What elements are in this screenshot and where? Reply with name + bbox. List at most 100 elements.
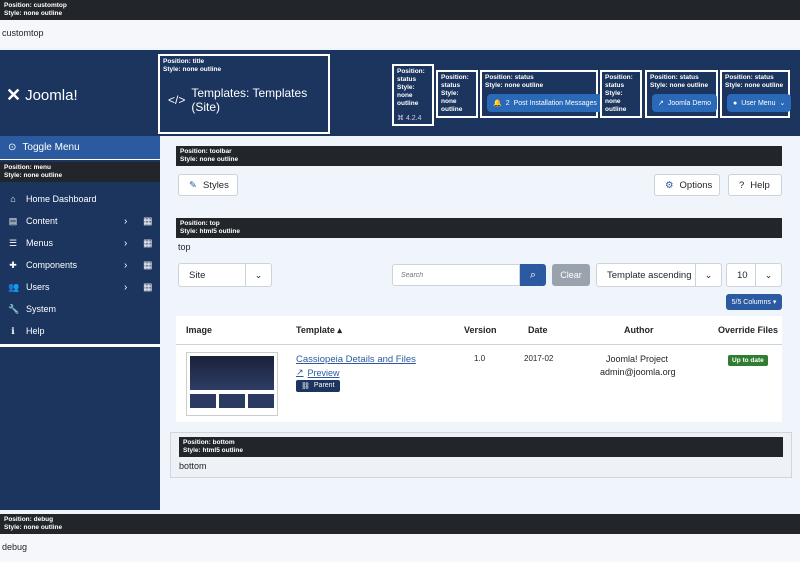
sidebar-item-label: Home Dashboard: [26, 194, 97, 204]
position-name: Position: debug: [4, 516, 54, 523]
customtop-text: customtop: [0, 20, 800, 48]
position-style: Style: none outline: [4, 524, 63, 531]
joomla-logo[interactable]: ✕ Joomla!: [6, 85, 78, 106]
sidebar-item-home-dashboard[interactable]: ⌂ Home Dashboard: [0, 188, 160, 210]
file-icon: ▤: [8, 215, 18, 226]
position-label: Position: title Style: none outline: [160, 56, 328, 76]
chevron-right-icon: ›: [124, 215, 128, 227]
client-select[interactable]: Site ⌄: [178, 263, 272, 287]
divider: [0, 344, 160, 347]
search-icon: ⌕: [529, 268, 537, 281]
button-label: Styles: [202, 179, 229, 191]
info-icon: ℹ: [11, 325, 15, 336]
dashboard-grid-icon[interactable]: ▦: [143, 282, 152, 293]
sidebar-item-users[interactable]: 👥 Users › ▦: [0, 276, 160, 298]
sidebar-item-menus[interactable]: ☰ Menus › ▦: [0, 232, 160, 254]
chevron-right-icon: ›: [124, 281, 128, 293]
dashboard-grid-icon[interactable]: ▦: [143, 260, 152, 271]
list-icon: ☰: [8, 237, 18, 248]
user-menu-button[interactable]: ● User Menu ⌄: [727, 94, 792, 112]
search-input[interactable]: [392, 264, 520, 286]
title-module: Position: title Style: none outline </> …: [158, 54, 330, 134]
page-title: </> Templates: Templates (Site): [168, 86, 328, 114]
top-text: top: [176, 238, 782, 256]
home-icon: ⌂: [10, 194, 16, 204]
toggle-menu-button[interactable]: ⊙ Toggle Menu: [0, 136, 160, 160]
toolbar-module: Position: toolbar Style: none outline: [176, 146, 782, 166]
position-name: Position: title: [163, 58, 205, 65]
position-name: Position: customtop: [4, 2, 67, 9]
sidebar-item-help[interactable]: ℹ Help: [0, 320, 160, 342]
templates-table: Image Template ▴ Version Date Author Ove…: [176, 316, 782, 422]
sidebar-item-components[interactable]: ✚ Components › ▦: [0, 254, 160, 276]
chevron-down-icon: ⌄: [245, 264, 271, 286]
template-author: Joomla! Project: [606, 354, 669, 364]
position-style: Style: html5 outline: [183, 447, 243, 454]
position-line: Position:: [397, 68, 425, 75]
position-label: Position: status Style: none outline: [647, 72, 716, 92]
external-link-icon: ↗: [658, 100, 664, 107]
status-module: Position: status Style: none outline: [600, 70, 642, 118]
select-value: Template ascending: [607, 269, 692, 281]
sidebar: ⊙ Toggle Menu Position: menu Style: none…: [0, 136, 160, 510]
column-header-template[interactable]: Template ▴: [296, 325, 342, 336]
sidebar-item-label: Help: [26, 326, 45, 336]
sidebar-item-label: System: [26, 304, 57, 314]
column-header-override: Override Files: [718, 325, 779, 335]
position-label: Position: debug Style: none outline: [0, 514, 800, 534]
clear-button[interactable]: Clear: [552, 264, 590, 286]
position-label: Position: toolbar Style: none outline: [176, 146, 782, 166]
chevron-down-icon: ⌄: [755, 264, 781, 286]
position-name: Position: toolbar: [180, 148, 232, 155]
bottom-module: Position: bottom Style: html5 outline bo…: [170, 432, 792, 478]
styles-button[interactable]: ✎ Styles: [178, 174, 238, 196]
post-installation-messages-button[interactable]: 🔔 2 Post Installation Messages: [487, 94, 603, 112]
position-line: status: [605, 82, 625, 89]
template-name-link[interactable]: Cassiopeia Details and Files: [296, 354, 416, 365]
users-icon: 👥: [8, 281, 20, 292]
sidebar-item-system[interactable]: 🔧 System: [0, 298, 160, 320]
chevron-right-icon: ›: [124, 237, 128, 249]
debug-module: Position: debug Style: none outline debu…: [0, 514, 800, 562]
code-icon: </>: [168, 93, 186, 107]
dashboard-grid-icon[interactable]: ▦: [143, 216, 152, 227]
status-module-site: Position: status Style: none outline ↗ J…: [645, 70, 718, 118]
position-name: Position: status: [485, 74, 534, 81]
position-style: Style: none outline: [725, 82, 784, 89]
chevron-down-icon: ⌄: [779, 100, 786, 107]
template-preview-link[interactable]: ↗ Preview: [296, 367, 340, 378]
position-label: Position: status Style: none outline: [438, 72, 476, 116]
template-thumbnail[interactable]: [186, 352, 278, 416]
top-module: Position: top Style: html5 outline top: [176, 218, 782, 256]
sidebar-item-label: Content: [26, 216, 58, 226]
options-button[interactable]: ⚙ Options: [654, 174, 720, 196]
position-line: status: [397, 76, 417, 83]
column-header-date: Date: [528, 325, 548, 335]
position-line: Style:: [605, 90, 623, 97]
position-line: outline: [397, 100, 419, 107]
button-label: Post Installation Messages: [513, 99, 597, 107]
position-line: Style:: [441, 90, 459, 97]
user-icon: ●: [733, 99, 738, 107]
button-label: User Menu: [741, 99, 776, 107]
limit-select[interactable]: 10 ⌄: [726, 263, 782, 287]
position-line: outline: [441, 106, 463, 113]
sidebar-item-content[interactable]: ▤ Content › ▦: [0, 210, 160, 232]
header: ✕ Joomla! Position: title Style: none ou…: [0, 50, 800, 136]
position-line: Position:: [441, 74, 469, 81]
help-button[interactable]: ? Help: [728, 174, 782, 196]
columns-toggle-button[interactable]: 5/5 Columns ▾: [726, 294, 782, 310]
page-title-text: Templates: Templates (Site): [191, 86, 308, 114]
status-module: Position: status Style: none outline: [436, 70, 478, 118]
view-site-button[interactable]: ↗ Joomla Demo: [652, 94, 718, 112]
bell-icon: 🔔: [493, 100, 502, 107]
column-header-image: Image: [186, 325, 213, 335]
position-label: Position: customtop Style: none outline: [0, 0, 800, 20]
puzzle-icon: ✚: [9, 259, 17, 270]
dashboard-grid-icon[interactable]: ▦: [143, 238, 152, 249]
ordering-select[interactable]: Template ascending ⌄: [596, 263, 722, 287]
position-label: Position: menu Style: none outline: [0, 162, 160, 182]
chevron-down-icon: ⌄: [695, 264, 721, 286]
search-button[interactable]: ⌕: [520, 264, 546, 286]
position-line: none: [605, 98, 621, 105]
